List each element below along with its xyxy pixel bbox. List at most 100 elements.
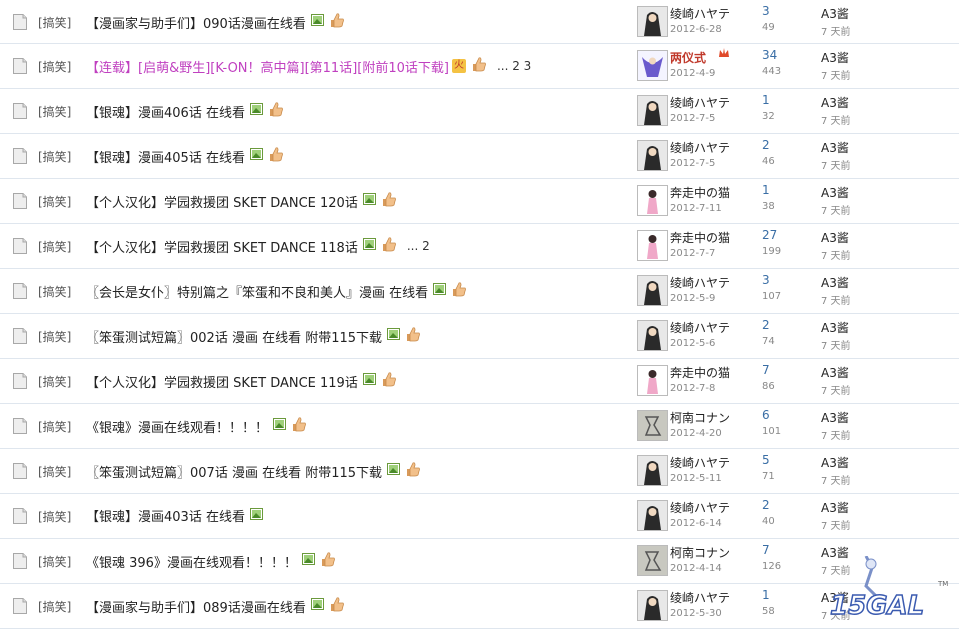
reply-count[interactable]: 2 <box>762 498 770 512</box>
thread-row[interactable]: [搞笑] 〖会长是女仆〗特别篇之『笨蛋和不良和美人』漫画 在线看 绫崎ハヤテ 2012… <box>0 269 959 314</box>
reply-count[interactable]: 5 <box>762 453 770 467</box>
thread-category[interactable]: [搞笑] <box>38 238 71 255</box>
thread-category[interactable]: [搞笑] <box>38 508 71 525</box>
avatar[interactable] <box>637 140 668 171</box>
thread-category[interactable]: [搞笑] <box>38 598 71 615</box>
thread-row[interactable]: [搞笑] 【银魂】漫画405话 在线看 绫崎ハヤテ 2012-7-5 2 46 A3酱 7 天… <box>0 134 959 179</box>
thread-row[interactable]: [搞笑] 《银魂》漫画在线观看！！！！ 柯南コナン 2012-4-20 6 101 A3酱 7… <box>0 404 959 449</box>
avatar[interactable] <box>637 590 668 621</box>
last-post-time[interactable]: 7 天前 <box>821 337 851 352</box>
thread-row[interactable]: [搞笑] 【银魂】漫画403话 在线看 绫崎ハヤテ 2012-6-14 2 40 A3酱 7 … <box>0 494 959 539</box>
last-post-time[interactable]: 7 天前 <box>821 67 851 82</box>
avatar[interactable] <box>637 275 668 306</box>
author-link[interactable]: 绫崎ハヤテ <box>670 454 730 471</box>
avatar[interactable] <box>637 6 668 37</box>
author-link[interactable]: 绫崎ハヤテ <box>670 589 730 606</box>
avatar[interactable] <box>637 230 668 261</box>
last-poster-link[interactable]: A3酱 <box>821 319 849 336</box>
author-link[interactable]: 柯南コナン <box>670 544 730 561</box>
thread-category[interactable]: [搞笑] <box>38 328 71 345</box>
reply-count[interactable]: 7 <box>762 363 770 377</box>
avatar[interactable] <box>637 50 668 81</box>
last-post-time[interactable]: 7 天前 <box>821 202 851 217</box>
last-post-time[interactable]: 7 天前 <box>821 157 851 172</box>
thread-title-link[interactable]: 【个人汉化】学园救援团 SKET DANCE 118话 <box>86 237 358 256</box>
thread-category[interactable]: [搞笑] <box>38 14 71 31</box>
last-post-time[interactable]: 7 天前 <box>821 472 851 487</box>
thread-category[interactable]: [搞笑] <box>38 193 71 210</box>
thread-title-link[interactable]: 〖会长是女仆〗特别篇之『笨蛋和不良和美人』漫画 在线看 <box>86 282 428 301</box>
thread-category[interactable]: [搞笑] <box>38 148 71 165</box>
reply-count[interactable]: 7 <box>762 543 770 557</box>
thread-row[interactable]: [搞笑] 〖笨蛋测试短篇〗007话 漫画 在线看 附带115下载 绫崎ハヤテ 2012… <box>0 449 959 494</box>
reply-count[interactable]: 2 <box>762 318 770 332</box>
thread-row[interactable]: [搞笑] 【个人汉化】学园救援团 SKET DANCE 119话 奔走中の猫 2012… <box>0 359 959 404</box>
author-link[interactable]: 绫崎ハヤテ <box>670 5 730 22</box>
author-link[interactable]: 柯南コナン <box>670 409 730 426</box>
avatar[interactable] <box>637 320 668 351</box>
last-post-time[interactable]: 7 天前 <box>821 23 851 38</box>
avatar[interactable] <box>637 365 668 396</box>
thread-title-link[interactable]: 【个人汉化】学园救援团 SKET DANCE 120话 <box>86 192 358 211</box>
thread-category[interactable]: [搞笑] <box>38 283 71 300</box>
reply-count[interactable]: 3 <box>762 4 770 18</box>
reply-count[interactable]: 6 <box>762 408 770 422</box>
last-poster-link[interactable]: A3酱 <box>821 364 849 381</box>
thread-title-link[interactable]: 【漫画家与助手们】089话漫画在线看 <box>86 597 306 616</box>
avatar[interactable] <box>637 455 668 486</box>
thread-category[interactable]: [搞笑] <box>38 463 71 480</box>
thread-row[interactable]: [搞笑] 【银魂】漫画406话 在线看 绫崎ハヤテ 2012-7-5 1 32 A3酱 7 天… <box>0 89 959 134</box>
last-post-time[interactable]: 7 天前 <box>821 112 851 127</box>
author-link[interactable]: 绫崎ハヤテ <box>670 94 730 111</box>
last-poster-link[interactable]: A3酱 <box>821 5 849 22</box>
author-link[interactable]: 两仪式 <box>670 49 706 66</box>
last-poster-link[interactable]: A3酱 <box>821 409 849 426</box>
last-poster-link[interactable]: A3酱 <box>821 274 849 291</box>
author-link[interactable]: 奔走中の猫 <box>670 229 730 246</box>
last-poster-link[interactable]: A3酱 <box>821 229 849 246</box>
last-poster-link[interactable]: A3酱 <box>821 94 849 111</box>
last-poster-link[interactable]: A3酱 <box>821 499 849 516</box>
last-post-time[interactable]: 7 天前 <box>821 382 851 397</box>
thread-pages[interactable]: ... 2 3 <box>497 59 531 73</box>
thread-title-link[interactable]: 【银魂】漫画406话 在线看 <box>86 102 245 121</box>
last-poster-link[interactable]: A3酱 <box>821 454 849 471</box>
author-link[interactable]: 绫崎ハヤテ <box>670 139 730 156</box>
reply-count[interactable]: 1 <box>762 588 770 602</box>
thread-title-link[interactable]: 【漫画家与助手们】090话漫画在线看 <box>86 13 306 32</box>
thread-title-link[interactable]: 〖笨蛋测试短篇〗007话 漫画 在线看 附带115下载 <box>86 462 382 481</box>
author-link[interactable]: 绫崎ハヤテ <box>670 274 730 291</box>
avatar[interactable] <box>637 95 668 126</box>
last-post-time[interactable]: 7 天前 <box>821 247 851 262</box>
author-link[interactable]: 奔走中の猫 <box>670 364 730 381</box>
thread-title-link[interactable]: 〖笨蛋测试短篇〗002话 漫画 在线看 附带115下载 <box>86 327 382 346</box>
thread-row[interactable]: [搞笑] 《银魂 396》漫画在线观看！！！！ 柯南コナン 2012-4-14 7 126… <box>0 539 959 584</box>
reply-count[interactable]: 3 <box>762 273 770 287</box>
thread-category[interactable]: [搞笑] <box>38 103 71 120</box>
avatar[interactable] <box>637 545 668 576</box>
thread-row[interactable]: [搞笑] 〖笨蛋测试短篇〗002话 漫画 在线看 附带115下载 绫崎ハヤテ 2012… <box>0 314 959 359</box>
author-link[interactable]: 绫崎ハヤテ <box>670 319 730 336</box>
last-post-time[interactable]: 7 天前 <box>821 292 851 307</box>
avatar[interactable] <box>637 185 668 216</box>
reply-count[interactable]: 27 <box>762 228 777 242</box>
last-poster-link[interactable]: A3酱 <box>821 139 849 156</box>
reply-count[interactable]: 1 <box>762 183 770 197</box>
thread-title-link[interactable]: 《银魂》漫画在线观看！！！！ <box>86 417 268 436</box>
reply-count[interactable]: 1 <box>762 93 770 107</box>
last-post-time[interactable]: 7 天前 <box>821 427 851 442</box>
reply-count[interactable]: 34 <box>762 48 777 62</box>
thread-category[interactable]: [搞笑] <box>38 553 71 570</box>
thread-row[interactable]: [搞笑] 【漫画家与助手们】090话漫画在线看 绫崎ハヤテ 2012-6-28 3 49 A… <box>0 0 959 44</box>
reply-count[interactable]: 2 <box>762 138 770 152</box>
thread-row[interactable]: [搞笑] 【个人汉化】学园救援团 SKET DANCE 120话 奔走中の猫 2012… <box>0 179 959 224</box>
thread-title-link[interactable]: 【个人汉化】学园救援团 SKET DANCE 119话 <box>86 372 358 391</box>
thread-row[interactable]: [搞笑] 【漫画家与助手们】089话漫画在线看 绫崎ハヤテ 2012-5-30 1 58 A… <box>0 584 959 629</box>
last-post-time[interactable]: 7 天前 <box>821 517 851 532</box>
last-poster-link[interactable]: A3酱 <box>821 184 849 201</box>
thread-category[interactable]: [搞笑] <box>38 58 71 75</box>
thread-row[interactable]: [搞笑] 【个人汉化】学园救援团 SKET DANCE 118话 ... 2 奔走中の… <box>0 224 959 269</box>
thread-row[interactable]: [搞笑] 【连载】[启萌&野生][K-ON！高中篇][第11话][附前10话下载]… <box>0 44 959 89</box>
thread-title-link[interactable]: 【连载】[启萌&野生][K-ON！高中篇][第11话][附前10话下载] <box>86 57 449 76</box>
thread-title-link[interactable]: 【银魂】漫画405话 在线看 <box>86 147 245 166</box>
